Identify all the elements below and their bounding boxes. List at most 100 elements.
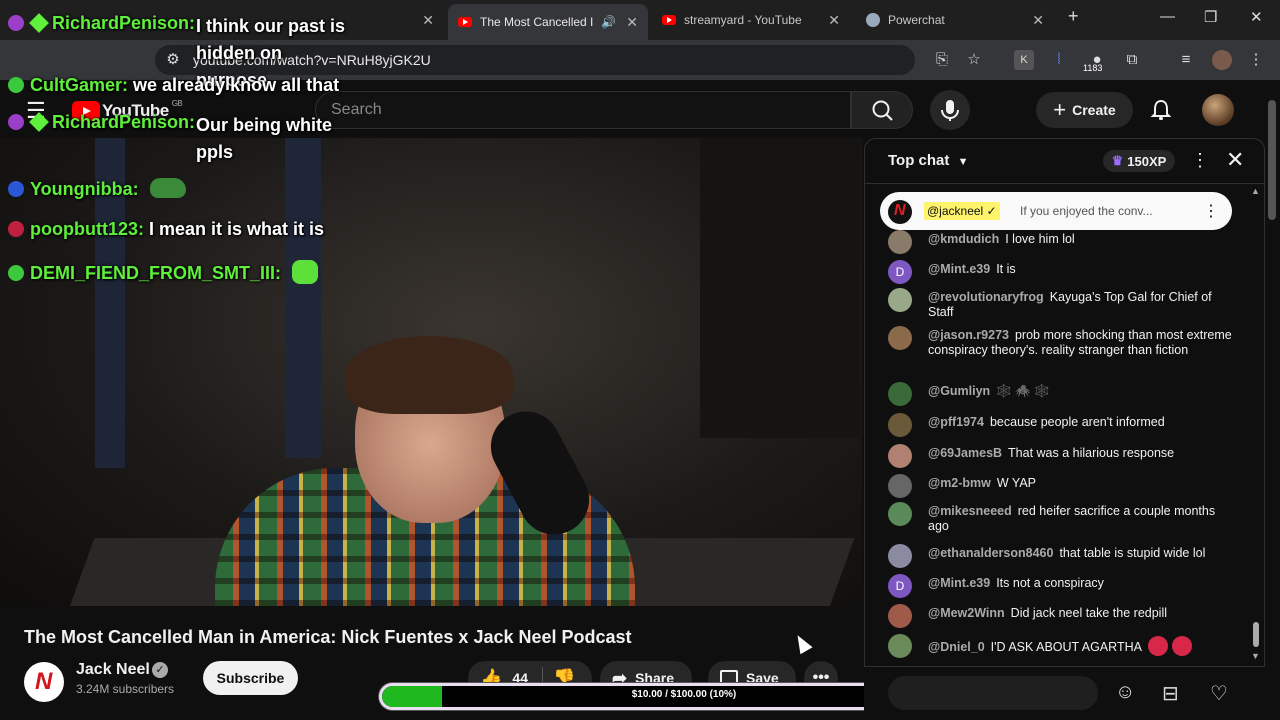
chat-author-name[interactable]: @69JamesB <box>928 446 1002 460</box>
window-close-icon[interactable]: ✕ <box>1250 8 1263 26</box>
chat-author-name[interactable]: @Mew2Winn <box>928 606 1005 620</box>
background-pillar <box>285 138 321 458</box>
channel-avatar[interactable] <box>24 662 64 702</box>
chat-message: @Dniel_0 I'D ASK ABOUT AGARTHA <box>888 634 1233 658</box>
pepe-emote-icon <box>149 178 186 198</box>
chat-message-text: 🕸️ 🕷️ 🕸️ <box>996 384 1050 398</box>
chat-author-avatar[interactable] <box>888 382 912 406</box>
pinned-author: @jackneel ✓ <box>924 202 1000 220</box>
chat-author-name[interactable]: @m2-bmw <box>928 476 991 490</box>
region-code: GB <box>171 98 183 108</box>
chat-author-avatar[interactable] <box>888 230 912 254</box>
chat-author-avatar[interactable] <box>888 288 912 312</box>
chevron-down-icon: ▼ <box>957 156 969 168</box>
chat-author-name[interactable]: @Gumliyn <box>928 384 990 398</box>
chat-author-name[interactable]: @pff1974 <box>928 415 984 429</box>
chat-scroll-thumb[interactable] <box>1253 622 1259 647</box>
tab-close-icon[interactable]: ✕ <box>626 14 638 31</box>
new-tab-icon[interactable]: + <box>1068 6 1079 27</box>
pinned-text: If you enjoyed the conv... <box>1020 204 1153 218</box>
scroll-up-icon[interactable]: ▲ <box>1251 186 1260 196</box>
chat-author-avatar[interactable] <box>888 634 912 658</box>
video-player[interactable] <box>0 138 862 606</box>
chat-author-name[interactable]: @kmdudich <box>928 232 999 246</box>
chat-scrollbar[interactable] <box>1252 190 1260 660</box>
minimize-icon[interactable]: — <box>1160 8 1175 25</box>
tab-label: The Most Cancelled I <box>480 15 594 29</box>
close-chat-icon[interactable]: ✕ <box>1226 147 1244 173</box>
create-button[interactable]: + Create <box>1036 92 1133 128</box>
voice-search-button[interactable] <box>930 90 970 130</box>
chat-author-name[interactable]: @Mint.e39 <box>928 262 990 276</box>
subscriber-count: 3.24M subscribers <box>76 682 175 696</box>
chat-author-avatar[interactable]: D <box>888 260 912 284</box>
tab-close-icon[interactable]: ✕ <box>1032 12 1044 29</box>
extension-k-icon[interactable]: K <box>1014 50 1034 70</box>
gem-badge-icon <box>29 112 49 132</box>
browser-menu-icon[interactable]: ⋮ <box>1246 50 1266 70</box>
chat-message-body: @Mint.e39 Its not a conspiracy <box>928 576 1233 591</box>
chat-message-body: @Mint.e39 It is <box>928 262 1233 277</box>
extensions-puzzle-icon[interactable]: ⧉ <box>1122 50 1142 70</box>
chat-author-avatar[interactable] <box>888 502 912 526</box>
subscribe-button[interactable]: Subscribe <box>203 661 298 695</box>
chat-message: @Mew2Winn Did jack neel take the redpill <box>888 604 1233 628</box>
chat-author-name[interactable]: @Dniel_0 <box>928 640 985 654</box>
chat-author-name[interactable]: @ethanalderson8460 <box>928 546 1053 560</box>
overlay-chat-message: Youngnibba: <box>8 178 186 200</box>
search-input[interactable] <box>315 91 851 129</box>
chat-menu-icon[interactable]: ⋮ <box>1191 150 1209 171</box>
speaker-icon[interactable]: 🔊 <box>601 15 616 29</box>
channel-name[interactable]: Jack Neel <box>76 661 150 679</box>
chat-author-avatar[interactable]: D <box>888 574 912 598</box>
chat-author-name[interactable]: @Mint.e39 <box>928 576 990 590</box>
tab-close-icon[interactable]: ✕ <box>422 12 434 29</box>
overlay-username: RichardPenison: <box>52 112 196 132</box>
chat-author-avatar[interactable] <box>888 544 912 568</box>
search-placeholder: Search <box>331 101 382 118</box>
chat-author-avatar[interactable] <box>888 444 912 468</box>
chat-author-name[interactable]: @jason.r9273 <box>928 328 1009 342</box>
chat-input[interactable] <box>888 676 1098 710</box>
chat-author-avatar[interactable] <box>888 604 912 628</box>
notifications-bell-icon[interactable] <box>1150 99 1172 121</box>
chat-message-body: @Dniel_0 I'D ASK ABOUT AGARTHA <box>928 636 1233 656</box>
bookmark-star-icon[interactable]: ☆ <box>964 50 984 70</box>
tab-close-icon[interactable]: ✕ <box>828 12 840 29</box>
chat-message: @Gumliyn 🕸️ 🕷️ 🕸️ <box>888 382 1233 406</box>
chat-mode-dropdown[interactable]: Top chat ▼ <box>888 152 968 169</box>
chat-message-body: @ethanalderson8460 that table is stupid w… <box>928 546 1233 561</box>
chat-author-name[interactable]: @revolutionaryfrog <box>928 290 1044 304</box>
chat-author-name[interactable]: @mikesneeed <box>928 504 1012 518</box>
chat-message-text: That was a hilarious response <box>1008 446 1175 460</box>
chat-author-avatar[interactable] <box>888 326 912 350</box>
super-chat-icon[interactable]: ⊟ <box>1162 681 1179 706</box>
emote-icon <box>1171 636 1192 656</box>
site-info-icon[interactable]: ⚙ <box>163 50 183 70</box>
browser-tab-active[interactable]: The Most Cancelled I 🔊 ✕ <box>448 4 648 40</box>
user-badge-icon <box>8 265 24 281</box>
browser-tab[interactable]: streamyard - YouTube ✕ <box>652 6 850 34</box>
chat-message: D @Mint.e39 It is <box>888 260 1233 284</box>
browser-tab[interactable]: Powerchat ✕ <box>856 6 1054 34</box>
chat-message: @revolutionaryfrog Kayuga's Top Gal for C… <box>888 288 1233 320</box>
heart-icon[interactable]: ♡ <box>1210 681 1228 706</box>
page-scrollbar[interactable] <box>1268 100 1276 220</box>
search-button[interactable] <box>851 91 913 129</box>
extension-audio-icon[interactable]: ⦚ <box>1049 50 1069 70</box>
chat-message-body: @jason.r9273 prob more shocking than most… <box>928 328 1233 358</box>
user-badge-icon <box>8 15 24 31</box>
pinned-menu-icon[interactable]: ⋮ <box>1203 201 1219 221</box>
scroll-down-icon[interactable]: ▼ <box>1251 651 1260 661</box>
xp-badge[interactable]: ♛ 150XP <box>1103 150 1175 172</box>
emoji-icon[interactable]: ☺ <box>1115 681 1135 704</box>
chat-message-text: I'D ASK ABOUT AGARTHA <box>990 640 1142 654</box>
chat-author-avatar[interactable] <box>888 413 912 437</box>
restore-icon[interactable]: ❐ <box>1204 8 1217 26</box>
install-app-icon[interactable]: ⎘ <box>932 50 952 70</box>
profile-avatar-icon[interactable] <box>1212 50 1232 70</box>
account-avatar[interactable] <box>1202 94 1234 126</box>
chat-author-avatar[interactable] <box>888 474 912 498</box>
media-control-icon[interactable]: ≡ <box>1176 50 1196 70</box>
overlay-username: CultGamer: <box>30 75 129 95</box>
